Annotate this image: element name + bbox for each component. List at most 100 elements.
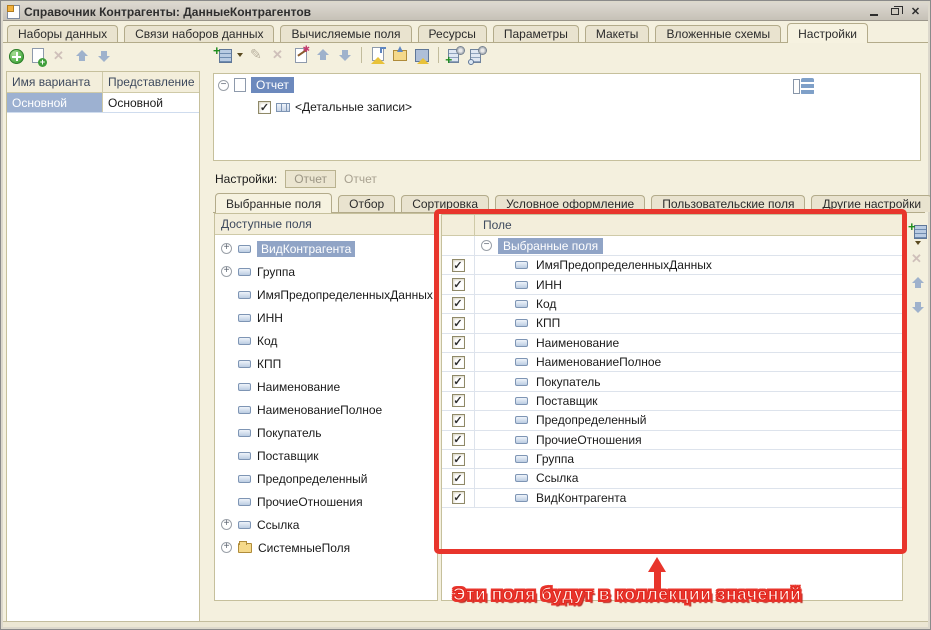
expand-icon[interactable]: + (221, 243, 232, 254)
variant-presentation-cell[interactable]: Основной (103, 93, 199, 112)
available-field-item[interactable]: Предопределенный (215, 469, 437, 488)
available-field-label[interactable]: ИмяПредопределенныхДанных (257, 288, 433, 302)
available-field-item[interactable]: Поставщик (215, 446, 437, 465)
selected-field-label[interactable]: ИНН (536, 278, 562, 292)
selected-field-row[interactable]: ✓КПП (442, 314, 902, 333)
new-settings-icon[interactable]: + (447, 47, 463, 63)
selected-field-label[interactable]: Предопределенный (536, 413, 647, 427)
field-checkbox[interactable]: ✓ (452, 259, 465, 272)
selected-field-label[interactable]: ВидКонтрагента (536, 491, 626, 505)
selected-field-row[interactable]: ✓ Предопределенный (442, 411, 902, 430)
available-field-label[interactable]: Код (257, 334, 277, 348)
field-checkbox[interactable]: ✓ (452, 414, 465, 427)
available-field-item[interactable]: +Ссылка (215, 515, 437, 534)
field-cell[interactable]: Поставщик (475, 394, 598, 408)
available-field-label[interactable]: ПрочиеОтношения (257, 495, 363, 509)
available-field-item[interactable]: НаименованиеПолное (215, 400, 437, 419)
selected-fields-group-label[interactable]: Выбранные поля (498, 238, 603, 254)
move-up-icon[interactable] (315, 47, 331, 63)
available-field-label[interactable]: СистемныеПоля (258, 541, 350, 555)
selected-field-label[interactable]: Ссылка (536, 471, 578, 485)
detail-records-checkbox[interactable]: ✓ (258, 101, 271, 114)
selected-field-label[interactable]: НаименованиеПолное (536, 355, 661, 369)
minimize-button[interactable] (865, 5, 882, 19)
close-button[interactable]: ✕ (907, 5, 924, 19)
available-field-label[interactable]: Группа (257, 265, 295, 279)
selected-field-row[interactable]: ✓ Поставщик (442, 392, 902, 411)
tab-parameters[interactable]: Параметры (493, 25, 579, 42)
settings-tab-other-settings[interactable]: Другие настройки (811, 195, 931, 212)
field-cell[interactable]: ИНН (475, 278, 562, 292)
tab-calculated-fields[interactable]: Вычисляемые поля (280, 25, 411, 42)
move-up-icon[interactable] (74, 48, 90, 64)
detail-records-row[interactable]: ✓ <Детальные записи> (214, 96, 920, 118)
selected-field-row[interactable]: ✓ НаименованиеПолное (442, 353, 902, 372)
selected-field-row[interactable]: ✓ ИмяПредопределенныхДанных (442, 256, 902, 275)
edit-icon[interactable] (249, 47, 265, 63)
available-field-label[interactable]: Поставщик (257, 449, 319, 463)
selected-fields-group-row[interactable]: − Выбранные поля (442, 236, 902, 256)
field-checkbox[interactable]: ✓ (452, 375, 465, 388)
detail-records-label[interactable]: <Детальные записи> (295, 100, 412, 114)
settings-tab-selected-fields[interactable]: Выбранные поля (215, 193, 332, 213)
available-field-item[interactable]: +СистемныеПоля (215, 538, 437, 557)
field-checkbox[interactable]: ✓ (452, 433, 465, 446)
tab-resources[interactable]: Ресурсы (418, 25, 487, 42)
settings-tab-custom-fields[interactable]: Пользовательские поля (651, 195, 805, 212)
expand-icon[interactable]: + (221, 266, 232, 277)
field-cell[interactable]: Ссылка (475, 471, 578, 485)
field-cell[interactable]: Группа (475, 452, 574, 466)
field-cell[interactable]: ИмяПредопределенныхДанных (475, 258, 712, 272)
expand-icon[interactable]: + (221, 519, 232, 530)
available-field-item[interactable]: + ВидКонтрагента (215, 239, 437, 258)
tab-layouts[interactable]: Макеты (585, 25, 650, 42)
move-down-icon[interactable] (337, 47, 353, 63)
dropdown-caret-icon[interactable] (915, 241, 921, 245)
settings-tab-sorting[interactable]: Сортировка (401, 195, 489, 212)
field-checkbox[interactable]: ✓ (452, 356, 465, 369)
field-checkbox[interactable]: ✓ (452, 453, 465, 466)
field-cell[interactable]: ВидКонтрагента (475, 491, 626, 505)
variant-row[interactable]: ОсновнойОсновной (7, 93, 199, 113)
dropdown-caret-icon[interactable] (237, 53, 243, 57)
available-field-label[interactable]: ВидКонтрагента (257, 241, 355, 257)
selected-field-label[interactable]: КПП (536, 316, 560, 330)
field-column-header[interactable]: Поле (475, 215, 902, 235)
field-checkbox[interactable]: ✓ (452, 278, 465, 291)
wizard-icon[interactable] (293, 47, 309, 63)
delete-icon[interactable] (271, 47, 287, 63)
available-field-label[interactable]: ИНН (257, 311, 283, 325)
available-field-item[interactable]: Покупатель (215, 423, 437, 442)
available-field-label[interactable]: КПП (257, 357, 281, 371)
selected-field-label[interactable]: Код (536, 297, 556, 311)
selected-field-row[interactable]: ✓ Код (442, 295, 902, 314)
available-field-item[interactable]: КПП (215, 354, 437, 373)
field-cell[interactable]: Код (475, 297, 556, 311)
move-down-icon[interactable] (96, 48, 112, 64)
add-icon[interactable] (9, 49, 24, 64)
selected-field-row[interactable]: ✓Покупатель (442, 372, 902, 391)
report-root-label[interactable]: Отчет (251, 77, 294, 93)
structure-view-icon[interactable] (793, 78, 815, 95)
field-cell[interactable]: ПрочиеОтношения (475, 433, 642, 447)
field-checkbox[interactable]: ✓ (452, 472, 465, 485)
delete-icon[interactable] (52, 48, 68, 64)
selected-field-row[interactable]: ✓ ПрочиеОтношения (442, 431, 902, 450)
selected-field-row[interactable]: ✓ Группа (442, 450, 902, 469)
selected-field-label[interactable]: Поставщик (536, 394, 598, 408)
selected-field-row[interactable]: ✓ ИНН (442, 275, 902, 294)
selected-field-label[interactable]: Группа (536, 452, 574, 466)
field-checkbox[interactable]: ✓ (452, 297, 465, 310)
field-cell[interactable]: НаименованиеПолное (475, 355, 661, 369)
move-down-icon[interactable] (910, 299, 926, 315)
restore-button[interactable] (886, 5, 903, 19)
selected-field-label[interactable]: ИмяПредопределенныхДанных (536, 258, 712, 272)
tab-settings[interactable]: Настройки (787, 23, 868, 43)
field-checkbox[interactable]: ✓ (452, 491, 465, 504)
available-field-label[interactable]: НаименованиеПолное (257, 403, 382, 417)
tab-data-set-links[interactable]: Связи наборов данных (124, 25, 274, 42)
available-field-label[interactable]: Покупатель (257, 426, 321, 440)
report-settings-button[interactable]: Отчет (285, 170, 336, 188)
field-checkbox[interactable]: ✓ (452, 394, 465, 407)
field-checkbox[interactable]: ✓ (452, 336, 465, 349)
